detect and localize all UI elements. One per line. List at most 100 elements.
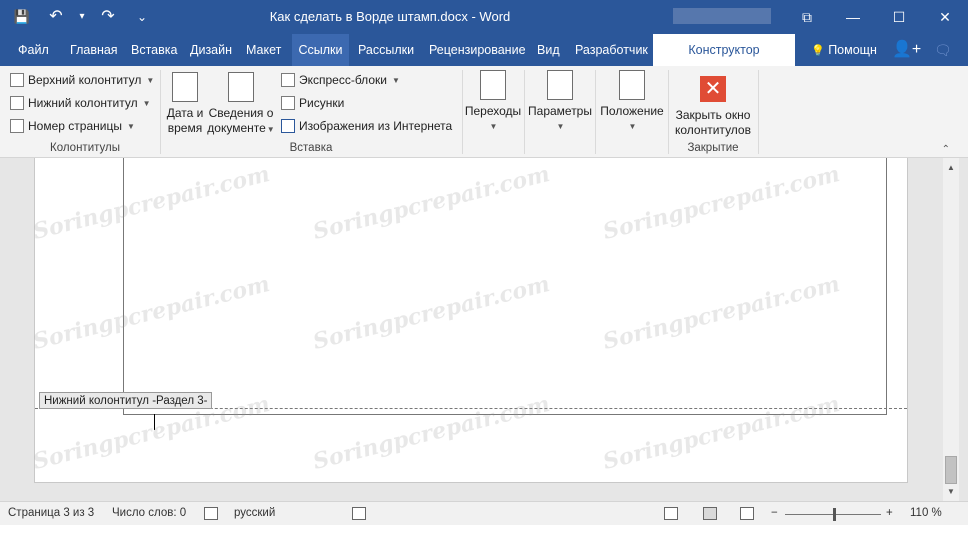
lightbulb-icon: 💡 xyxy=(811,45,825,57)
close-header-footer-button[interactable]: ✕ Закрыть окно колонтитулов xyxy=(670,76,756,138)
print-layout-icon[interactable] xyxy=(703,507,717,520)
chevron-down-icon: ▼ xyxy=(391,75,400,85)
minimize-button[interactable]: — xyxy=(830,0,876,34)
online-picture-icon xyxy=(281,119,295,133)
comments-icon[interactable]: 🗨 xyxy=(928,34,958,66)
footer-icon xyxy=(10,96,24,110)
word-count-status[interactable]: Число слов: 0 xyxy=(112,507,186,519)
document-area: Нижний колонтитул -Раздел 3- ▲ ▼ xyxy=(0,158,968,501)
web-layout-icon[interactable] xyxy=(740,507,754,520)
quick-parts-button[interactable]: Экспресс-блоки ▼ xyxy=(281,73,400,87)
chevron-down-icon: ▼ xyxy=(146,75,155,85)
options-label: Параметры xyxy=(528,104,592,118)
tab-review[interactable]: Рецензирование xyxy=(423,34,532,66)
tab-insert[interactable]: Вставка xyxy=(125,34,183,66)
close-button[interactable]: ✕ xyxy=(922,0,968,34)
document-page[interactable]: Нижний колонтитул -Раздел 3- xyxy=(34,158,908,483)
tell-me-button[interactable]: 💡 Помощн xyxy=(805,34,883,66)
page-border-frame xyxy=(123,158,887,415)
online-pictures-button[interactable]: Изображения из Интернета xyxy=(281,119,452,133)
tab-mailings[interactable]: Рассылки xyxy=(352,34,420,66)
zoom-out-button[interactable]: − xyxy=(771,507,778,519)
footer-button[interactable]: Нижний колонтитул ▼ xyxy=(10,96,151,110)
scroll-down-icon[interactable]: ▼ xyxy=(945,486,957,498)
account-name[interactable] xyxy=(673,8,771,24)
scroll-thumb[interactable] xyxy=(945,456,957,484)
tab-design[interactable]: Дизайн xyxy=(184,34,238,66)
options-button[interactable]: Параметры ▼ xyxy=(526,70,594,134)
tab-header-footer-design[interactable]: Конструктор xyxy=(653,34,795,66)
tab-view[interactable]: Вид xyxy=(531,34,566,66)
tab-developer[interactable]: Разработчик xyxy=(569,34,654,66)
title-bar: 💾 ↶ ▾ ↷ ⌄ Как сделать в Ворде штамп.docx… xyxy=(0,0,968,34)
picture-icon xyxy=(281,96,295,110)
zoom-in-button[interactable]: + xyxy=(886,507,893,519)
tell-me-label: Помощн xyxy=(828,43,877,57)
calendar-clock-icon xyxy=(172,72,198,102)
options-icon xyxy=(547,70,573,100)
navigation-button[interactable]: Переходы ▼ xyxy=(464,70,522,134)
online-pictures-label: Изображения из Интернета xyxy=(299,119,453,133)
chevron-down-icon: ▼ xyxy=(126,121,135,131)
navigation-label: Переходы xyxy=(464,104,522,118)
group-label-close: Закрытие xyxy=(687,142,739,154)
position-button[interactable]: Положение ▼ xyxy=(597,70,667,134)
maximize-button[interactable]: ☐ xyxy=(876,0,922,34)
chevron-down-icon: ▼ xyxy=(556,122,565,131)
collapse-ribbon-icon[interactable]: ⌃ xyxy=(942,144,950,155)
close-header-footer-label-2: колонтитулов xyxy=(675,123,751,137)
date-time-label-2: время xyxy=(167,121,203,135)
scroll-up-icon[interactable]: ▲ xyxy=(945,162,957,174)
language-status[interactable]: русский xyxy=(234,507,275,519)
page-number-button[interactable]: Номер страницы ▼ xyxy=(10,119,135,133)
document-info-icon xyxy=(228,72,254,102)
tab-home[interactable]: Главная xyxy=(64,34,124,66)
zoom-level[interactable]: 110 % xyxy=(910,507,942,519)
share-icon[interactable]: 👤+ xyxy=(886,34,927,66)
tab-references[interactable]: Ссылки xyxy=(292,34,349,66)
chevron-down-icon: ▼ xyxy=(628,122,637,131)
close-header-footer-label-1: Закрыть окно xyxy=(675,108,751,122)
ribbon: Верхний колонтитул ▼ Нижний колонтитул ▼ Н… xyxy=(0,66,968,158)
pictures-button[interactable]: Рисунки xyxy=(281,96,344,110)
window-title: Как сделать в Ворде штамп.docx - Word xyxy=(269,9,511,24)
header-label: Верхний колонтитул xyxy=(28,73,142,87)
page-number-icon xyxy=(10,119,24,133)
pictures-label: Рисунки xyxy=(299,96,345,110)
close-x-icon: ✕ xyxy=(700,76,726,102)
group-separator xyxy=(462,70,463,154)
window-bottom-edge xyxy=(0,525,968,533)
text-cursor xyxy=(154,414,155,430)
group-separator xyxy=(758,70,759,154)
zoom-slider-thumb[interactable] xyxy=(833,508,837,521)
status-bar: Страница 3 из 3 Число слов: 0 русский − … xyxy=(0,501,968,525)
date-time-button[interactable]: Дата и время xyxy=(165,72,205,136)
footer-label: Нижний колонтитул xyxy=(28,96,138,110)
read-mode-icon[interactable] xyxy=(664,507,678,520)
group-label-headers-footers: Колонтитулы xyxy=(50,142,120,154)
quick-parts-label: Экспресс-блоки xyxy=(299,73,387,87)
page-number-label: Номер страницы xyxy=(28,119,122,133)
header-button[interactable]: Верхний колонтитул ▼ xyxy=(10,73,154,87)
document-info-button[interactable]: Сведения о документе▼ xyxy=(207,72,275,137)
group-label-insert: Вставка xyxy=(289,142,333,154)
vertical-scrollbar[interactable]: ▲ ▼ xyxy=(943,158,959,501)
position-icon xyxy=(619,70,645,100)
document-info-label-2: документе▼ xyxy=(207,121,275,135)
tab-layout[interactable]: Макет xyxy=(240,34,287,66)
date-time-label-1: Дата и xyxy=(166,106,204,120)
macro-recording-icon[interactable] xyxy=(352,507,366,520)
ribbon-display-options-icon[interactable]: ⧉ xyxy=(784,0,830,34)
position-label: Положение xyxy=(600,104,664,118)
group-separator xyxy=(524,70,525,154)
tab-file[interactable]: Файл xyxy=(12,34,55,66)
header-icon xyxy=(10,73,24,87)
page-count-status[interactable]: Страница 3 из 3 xyxy=(8,507,94,519)
document-info-label-1: Сведения о xyxy=(208,106,274,120)
footer-section-tag: Нижний колонтитул -Раздел 3- xyxy=(39,392,213,409)
proofing-icon[interactable] xyxy=(204,507,218,520)
group-separator xyxy=(668,70,669,154)
quick-parts-icon xyxy=(281,73,295,87)
chevron-down-icon: ▼ xyxy=(142,98,151,108)
chevron-down-icon: ▼ xyxy=(489,122,498,131)
